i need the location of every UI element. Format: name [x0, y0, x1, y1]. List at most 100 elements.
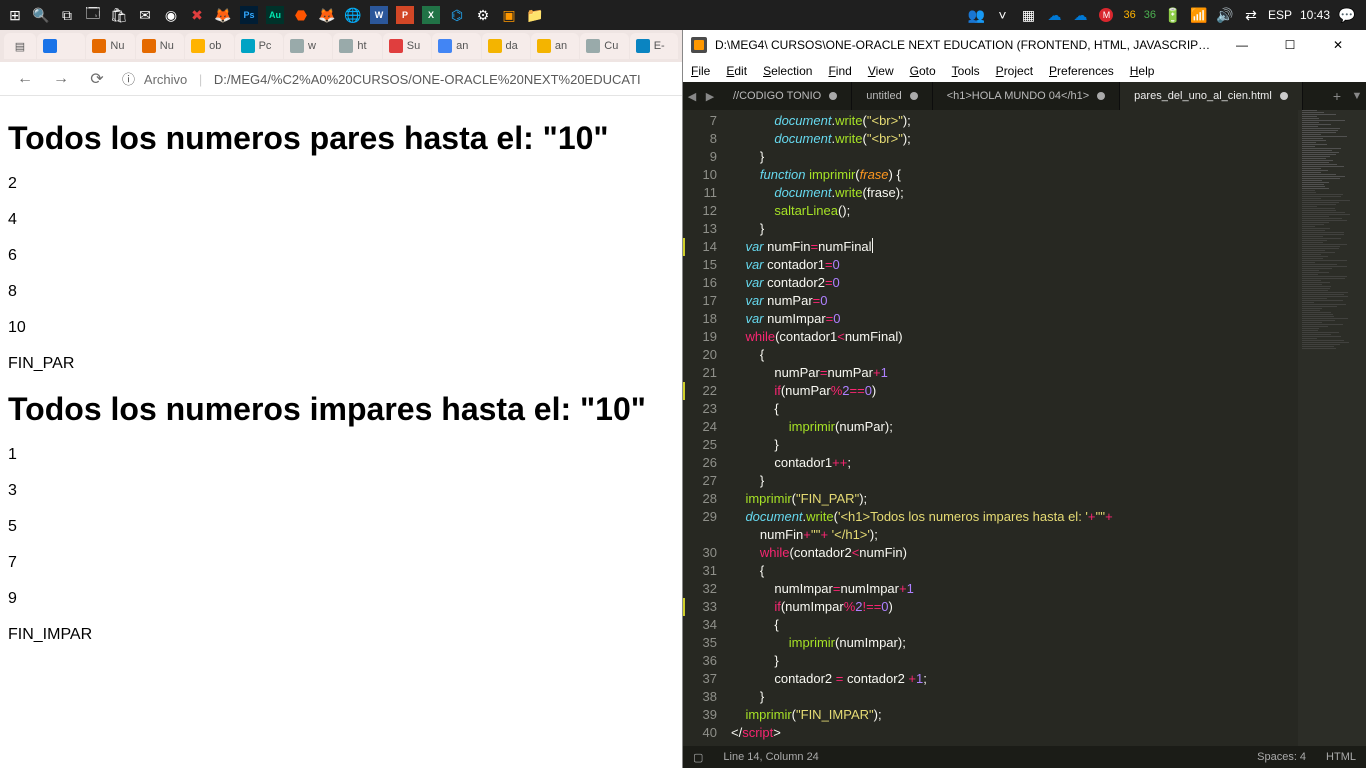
onedrive-icon[interactable]: ☁	[1045, 6, 1063, 24]
code-line: imprimir(numPar);	[731, 418, 1298, 436]
browser-tab[interactable]: Nu	[136, 33, 184, 59]
favicon-icon	[290, 39, 304, 53]
sync-icon[interactable]: ⇄	[1242, 6, 1260, 24]
app-x-icon[interactable]: ✖	[188, 6, 206, 24]
output-line: FIN_IMPAR	[8, 626, 674, 644]
mega-icon[interactable]: M	[1097, 6, 1115, 24]
word-icon[interactable]: W	[370, 6, 388, 24]
sidebar-toggle[interactable]: ▤	[4, 33, 36, 59]
line-number: 10	[683, 166, 717, 184]
chrome-icon[interactable]: 🌐	[344, 6, 362, 24]
au-icon[interactable]: Au	[266, 6, 284, 24]
browser-tab[interactable]: Cu	[580, 33, 628, 59]
browser-tab[interactable]: Su	[383, 33, 431, 59]
start-icon[interactable]: ⊞	[6, 6, 24, 24]
tab-next-icon[interactable]: ▶	[701, 82, 719, 110]
tab-menu-icon[interactable]: ▼	[1348, 82, 1366, 110]
status-bar: ▢ Line 14, Column 24 Spaces: 4 HTML	[683, 746, 1366, 768]
browser-tab[interactable]: Nu	[86, 33, 134, 59]
minimap[interactable]	[1298, 110, 1366, 746]
tab-prev-icon[interactable]: ◀	[683, 82, 701, 110]
volume-icon[interactable]: 🔊	[1216, 6, 1234, 24]
browser-tab[interactable]: da	[482, 33, 530, 59]
editor-tab[interactable]: //CODIGO TONIO	[719, 82, 852, 110]
status-box-icon[interactable]: ▢	[693, 751, 703, 764]
line-number: 25	[683, 436, 717, 454]
back-button[interactable]: ←	[14, 68, 36, 90]
tray-icon[interactable]: ▦	[1019, 6, 1037, 24]
clock[interactable]: 10:43	[1300, 8, 1330, 22]
people-icon[interactable]: 👥	[967, 6, 985, 24]
browser-tab[interactable]	[37, 33, 85, 59]
editor-tab[interactable]: pares_del_uno_al_cien.html	[1120, 82, 1303, 110]
folder-icon[interactable]: 📁	[526, 6, 544, 24]
address-bar[interactable]: ⓘ Archivo | D:/MEG4/%C2%A0%20CURSOS/ONE-…	[122, 69, 668, 88]
editor-tab[interactable]: untitled	[852, 82, 932, 110]
browser-tab[interactable]: ht	[333, 33, 381, 59]
dirty-indicator-icon	[910, 92, 918, 100]
browser-tab[interactable]: an	[531, 33, 579, 59]
sublime-icon[interactable]: ▣	[500, 6, 518, 24]
code-line: {	[731, 400, 1298, 418]
minimize-button[interactable]: —	[1222, 30, 1262, 60]
tab-label: Nu	[110, 40, 124, 52]
excel-icon[interactable]: X	[422, 6, 440, 24]
ps-icon[interactable]: Ps	[240, 6, 258, 24]
vscode-icon[interactable]: ⌬	[448, 6, 466, 24]
maximize-button[interactable]: ☐	[1270, 30, 1310, 60]
menu-item[interactable]: Edit	[726, 64, 747, 78]
browser-tab[interactable]: E-	[630, 33, 678, 59]
settings-icon[interactable]: ⚙	[474, 6, 492, 24]
menu-item[interactable]: Project	[996, 64, 1033, 78]
tab-label: Pc	[259, 40, 272, 52]
code-area[interactable]: 7891011121314151617181920212223242526272…	[683, 110, 1366, 746]
wifi-icon[interactable]: 📶	[1190, 6, 1208, 24]
store-icon[interactable]: 🛍	[110, 6, 128, 24]
app-icon[interactable]: 🦊	[214, 6, 232, 24]
editor-tab[interactable]: <h1>HOLA MUNDO 04</h1>	[933, 82, 1120, 110]
explorer-icon[interactable]: 🗔	[84, 6, 102, 24]
favicon-icon	[92, 39, 106, 53]
battery-icon[interactable]: 🔋	[1164, 6, 1182, 24]
code-line: }	[731, 436, 1298, 454]
code-line: numPar=numPar+1	[731, 364, 1298, 382]
menu-item[interactable]: Preferences	[1049, 64, 1114, 78]
code-line: }	[731, 220, 1298, 238]
menu-item[interactable]: Goto	[910, 64, 936, 78]
ppt-icon[interactable]: P	[396, 6, 414, 24]
new-tab-button[interactable]: +	[1326, 82, 1348, 110]
forward-button[interactable]: →	[50, 68, 72, 90]
edge-icon[interactable]: ◉	[162, 6, 180, 24]
line-number: 34	[683, 616, 717, 634]
cloud-icon[interactable]: ☁	[1071, 6, 1089, 24]
chevron-up-icon[interactable]: ˅	[993, 6, 1011, 24]
menu-item[interactable]: View	[868, 64, 894, 78]
line-number: 17	[683, 292, 717, 310]
reload-button[interactable]: ⟳	[86, 68, 108, 90]
menu-item[interactable]: Tools	[952, 64, 980, 78]
menu-item[interactable]: Help	[1130, 64, 1155, 78]
search-icon[interactable]: 🔍	[32, 6, 50, 24]
sublime-app-icon	[691, 37, 707, 53]
notifications-icon[interactable]: 💬	[1338, 6, 1356, 24]
page-content: Todos los numeros pares hasta el: "10" 2…	[0, 96, 682, 768]
browser-tab[interactable]: an	[432, 33, 480, 59]
browser-tab[interactable]: w	[284, 33, 332, 59]
code-line: }	[731, 688, 1298, 706]
browser-tab[interactable]: ob	[185, 33, 233, 59]
code-line: imprimir("FIN_PAR");	[731, 490, 1298, 508]
firefox-icon[interactable]: 🦊	[318, 6, 336, 24]
mail-icon[interactable]: ✉	[136, 6, 154, 24]
brave-icon[interactable]: ⬣	[292, 6, 310, 24]
language-indicator[interactable]: ESP	[1268, 8, 1292, 22]
close-button[interactable]: ✕	[1318, 30, 1358, 60]
menu-item[interactable]: Selection	[763, 64, 812, 78]
indent-setting[interactable]: Spaces: 4	[1257, 751, 1306, 763]
taskview-icon[interactable]: ⧉	[58, 6, 76, 24]
line-number: 24	[683, 418, 717, 436]
menu-item[interactable]: Find	[828, 64, 851, 78]
syntax-setting[interactable]: HTML	[1326, 751, 1356, 763]
browser-tab[interactable]: Pc	[235, 33, 283, 59]
menu-item[interactable]: File	[691, 64, 710, 78]
code-text[interactable]: document.write("<br>"); document.write("…	[725, 110, 1298, 746]
